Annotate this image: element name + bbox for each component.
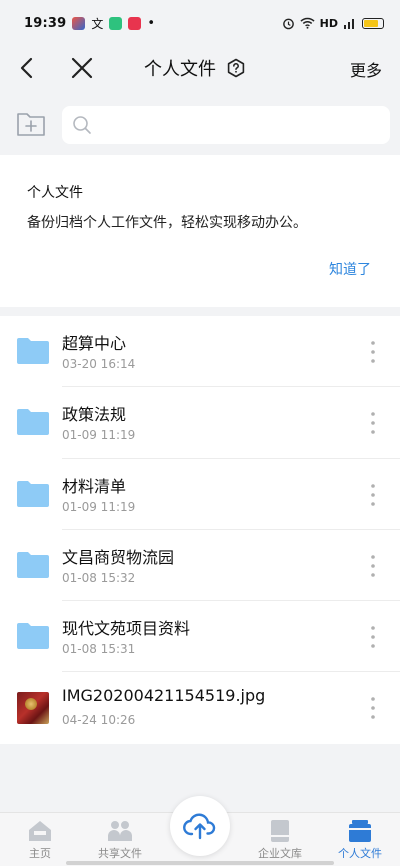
info-card-title: 个人文件 [27, 185, 83, 201]
nav-bar: 个人文件 更多 [0, 46, 400, 90]
file-name: 材料清单 [62, 476, 127, 496]
help-icon[interactable] [226, 58, 246, 78]
status-right: HD [282, 17, 384, 30]
got-it-button[interactable]: 知道了 [329, 259, 371, 279]
alarm-icon [282, 18, 294, 29]
status-left: 19:39 文 • [24, 15, 155, 32]
folder-icon [17, 480, 49, 507]
wifi-icon [300, 17, 315, 29]
tab-label: 企业文库 [258, 847, 302, 860]
file-date: 01-08 15:32 [62, 570, 136, 585]
file-date: 03-20 16:14 [62, 357, 136, 371]
more-options-icon[interactable] [366, 338, 380, 366]
network-type: HD [319, 16, 338, 30]
search-row [0, 96, 400, 154]
file-list: 超算中心 03-20 16:14 政策法规 01-09 11:19 材料清单 0… [0, 316, 400, 744]
app-notification-icon: 文 [91, 16, 104, 31]
tab-personal-files[interactable]: 个人文件 [324, 819, 396, 861]
file-date: 01-09 11:19 [62, 499, 136, 514]
personal-files-icon [349, 820, 371, 842]
app-notification-icon [72, 16, 86, 30]
folder-icon [17, 551, 49, 578]
tab-label: 主页 [29, 847, 51, 860]
close-icon[interactable] [68, 54, 96, 82]
more-options-icon[interactable] [366, 481, 380, 509]
search-box[interactable] [62, 106, 390, 144]
more-options-icon[interactable] [366, 552, 380, 580]
upload-button[interactable] [170, 796, 230, 856]
cloud-upload-icon [183, 813, 216, 840]
battery-icon [362, 17, 384, 29]
image-thumbnail-icon [17, 692, 49, 725]
file-name: 政策法规 [62, 405, 127, 425]
more-options-icon[interactable] [366, 623, 380, 651]
page-title-group: 个人文件 [144, 55, 246, 81]
info-card-description: 备份归档个人工作文件，轻松实现移动办公。 [27, 215, 307, 231]
file-date: 01-08 15:31 [62, 642, 136, 657]
tab-shared-files[interactable]: 共享文件 [84, 819, 156, 861]
folder-icon [17, 623, 49, 650]
more-options-icon[interactable] [366, 409, 380, 437]
list-item[interactable]: 现代文苑项目资料 01-08 15:31 [0, 601, 400, 673]
page-title: 个人文件 [144, 59, 216, 80]
file-name: 超算中心 [62, 334, 127, 353]
file-name: 文昌商贸物流园 [62, 547, 175, 567]
signal-icon [344, 19, 354, 29]
tab-home[interactable]: 主页 [4, 819, 76, 861]
file-name: 现代文苑项目资料 [62, 619, 191, 639]
home-icon [29, 821, 51, 841]
search-icon [73, 116, 91, 134]
status-time: 19:39 [24, 15, 67, 31]
more-button[interactable]: 更多 [350, 57, 382, 81]
new-folder-icon[interactable] [16, 110, 46, 138]
shared-files-icon [108, 821, 132, 841]
folder-icon [17, 338, 49, 364]
tab-label: 个人文件 [338, 847, 382, 860]
folder-icon [17, 409, 49, 436]
file-date: 01-09 11:19 [62, 428, 136, 443]
more-options-icon[interactable] [366, 694, 380, 722]
status-bar: 19:39 文 • HD [0, 0, 400, 46]
list-item[interactable]: IMG20200421154519.jpg 04-24 10:26 [0, 672, 400, 743]
app-notification-icon [109, 16, 123, 30]
app-notification-icon [128, 16, 142, 30]
more-notifications-dot: • [147, 15, 156, 31]
home-indicator [66, 861, 334, 865]
file-name: IMG20200421154519.jpg [62, 686, 266, 706]
list-item[interactable]: 材料清单 01-09 11:19 [0, 459, 400, 530]
tab-label: 共享文件 [98, 847, 142, 860]
file-date: 04-24 10:26 [62, 713, 136, 728]
enterprise-library-icon [271, 820, 289, 842]
list-item[interactable]: 超算中心 03-20 16:14 [0, 316, 400, 388]
list-item[interactable]: 文昌商贸物流园 01-08 15:32 [0, 530, 400, 602]
search-input[interactable] [100, 117, 380, 133]
tab-enterprise-library[interactable]: 企业文库 [244, 819, 316, 861]
info-card: 个人文件 备份归档个人工作文件，轻松实现移动办公。 知道了 [0, 155, 400, 307]
back-icon[interactable] [14, 54, 42, 82]
list-item[interactable]: 政策法规 01-09 11:19 [0, 387, 400, 459]
